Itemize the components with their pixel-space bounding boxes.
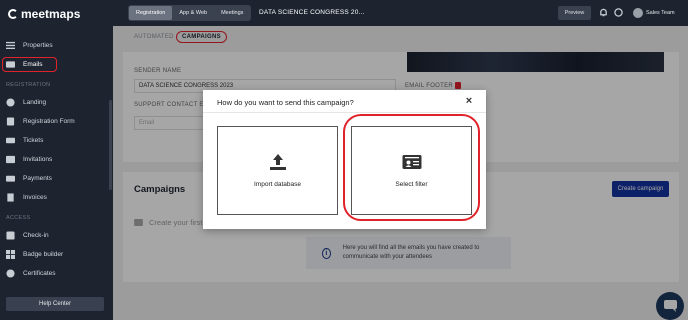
help-circle-icon[interactable] (614, 8, 623, 17)
sidebar-item-properties[interactable]: Properties (6, 37, 106, 53)
logo-text: meetmaps (21, 7, 81, 21)
card-icon (6, 174, 15, 183)
sidebar-section-registration: REGISTRATION (6, 82, 51, 88)
sidebar-item-check-in[interactable]: Check-in (6, 227, 106, 243)
checkin-icon (6, 230, 15, 240)
modal-title: How do you want to send this campaign? (217, 98, 354, 107)
sidebar-item-registration-form[interactable]: Registration Form (6, 113, 106, 129)
sidebar-item-label: Properties (23, 41, 53, 49)
sidebar-item-invitations[interactable]: Invitations (6, 151, 106, 167)
topbar: Registration App & Web Meetings DATA SCI… (113, 0, 688, 26)
ticket-icon (6, 136, 15, 145)
logo-mark-icon (8, 9, 18, 19)
option-label: Import database (254, 181, 301, 188)
tab-meetings[interactable]: Meetings (214, 6, 250, 20)
sidebar-item-label: Registration Form (23, 117, 75, 125)
bell-icon[interactable] (599, 8, 608, 17)
sidebar-item-label: Emails (23, 61, 43, 68)
invitation-icon (6, 155, 15, 164)
badge-icon (6, 249, 15, 259)
import-database-option[interactable]: Import database (217, 126, 338, 215)
sidebar-item-label: Check-in (23, 231, 49, 239)
sidebar-item-label: Certificates (23, 269, 56, 277)
sidebar-item-label: Landing (23, 98, 47, 106)
select-filter-highlight (343, 114, 480, 221)
preview-button[interactable]: Preview (558, 6, 591, 20)
module-tabs: Registration App & Web Meetings (128, 5, 252, 21)
globe-icon (6, 97, 15, 107)
sidebar-scrollbar[interactable] (109, 100, 112, 190)
sidebar-item-label: Payments (23, 174, 52, 182)
upload-icon (269, 154, 286, 170)
tab-app-web[interactable]: App & Web (172, 6, 214, 20)
sidebar: meetmaps Properties Emails REGISTRATION … (0, 0, 113, 320)
sidebar-item-label: Invitations (23, 155, 53, 163)
avatar[interactable] (633, 8, 643, 18)
sidebar-section-access: ACCESS (6, 215, 31, 221)
tab-registration[interactable]: Registration (129, 6, 173, 20)
sidebar-item-emails[interactable]: Emails (2, 57, 57, 72)
sidebar-item-certificates[interactable]: Certificates (6, 265, 106, 281)
sidebar-item-label: Badge builder (23, 250, 64, 258)
sidebar-item-landing[interactable]: Landing (6, 94, 106, 110)
help-center-button[interactable]: Help Center (6, 297, 104, 311)
sidebar-item-label: Invoices (23, 193, 47, 201)
mail-icon (6, 60, 15, 69)
close-icon[interactable]: × (464, 96, 474, 107)
meetmaps-logo[interactable]: meetmaps (8, 7, 80, 21)
form-icon (6, 116, 15, 126)
sidebar-item-badge-builder[interactable]: Badge builder (6, 246, 106, 262)
list-icon (6, 41, 15, 50)
sidebar-item-payments[interactable]: Payments (6, 170, 106, 186)
invoice-icon (6, 192, 15, 202)
sidebar-item-invoices[interactable]: Invoices (6, 189, 106, 205)
sidebar-item-label: Tickets (23, 136, 44, 144)
sidebar-item-tickets[interactable]: Tickets (6, 132, 106, 148)
certificate-icon (6, 268, 15, 278)
user-name[interactable]: Sales Team (646, 10, 675, 16)
modal-divider (203, 112, 486, 113)
event-title: DATA SCIENCE CONGRESS 20... (259, 9, 365, 16)
